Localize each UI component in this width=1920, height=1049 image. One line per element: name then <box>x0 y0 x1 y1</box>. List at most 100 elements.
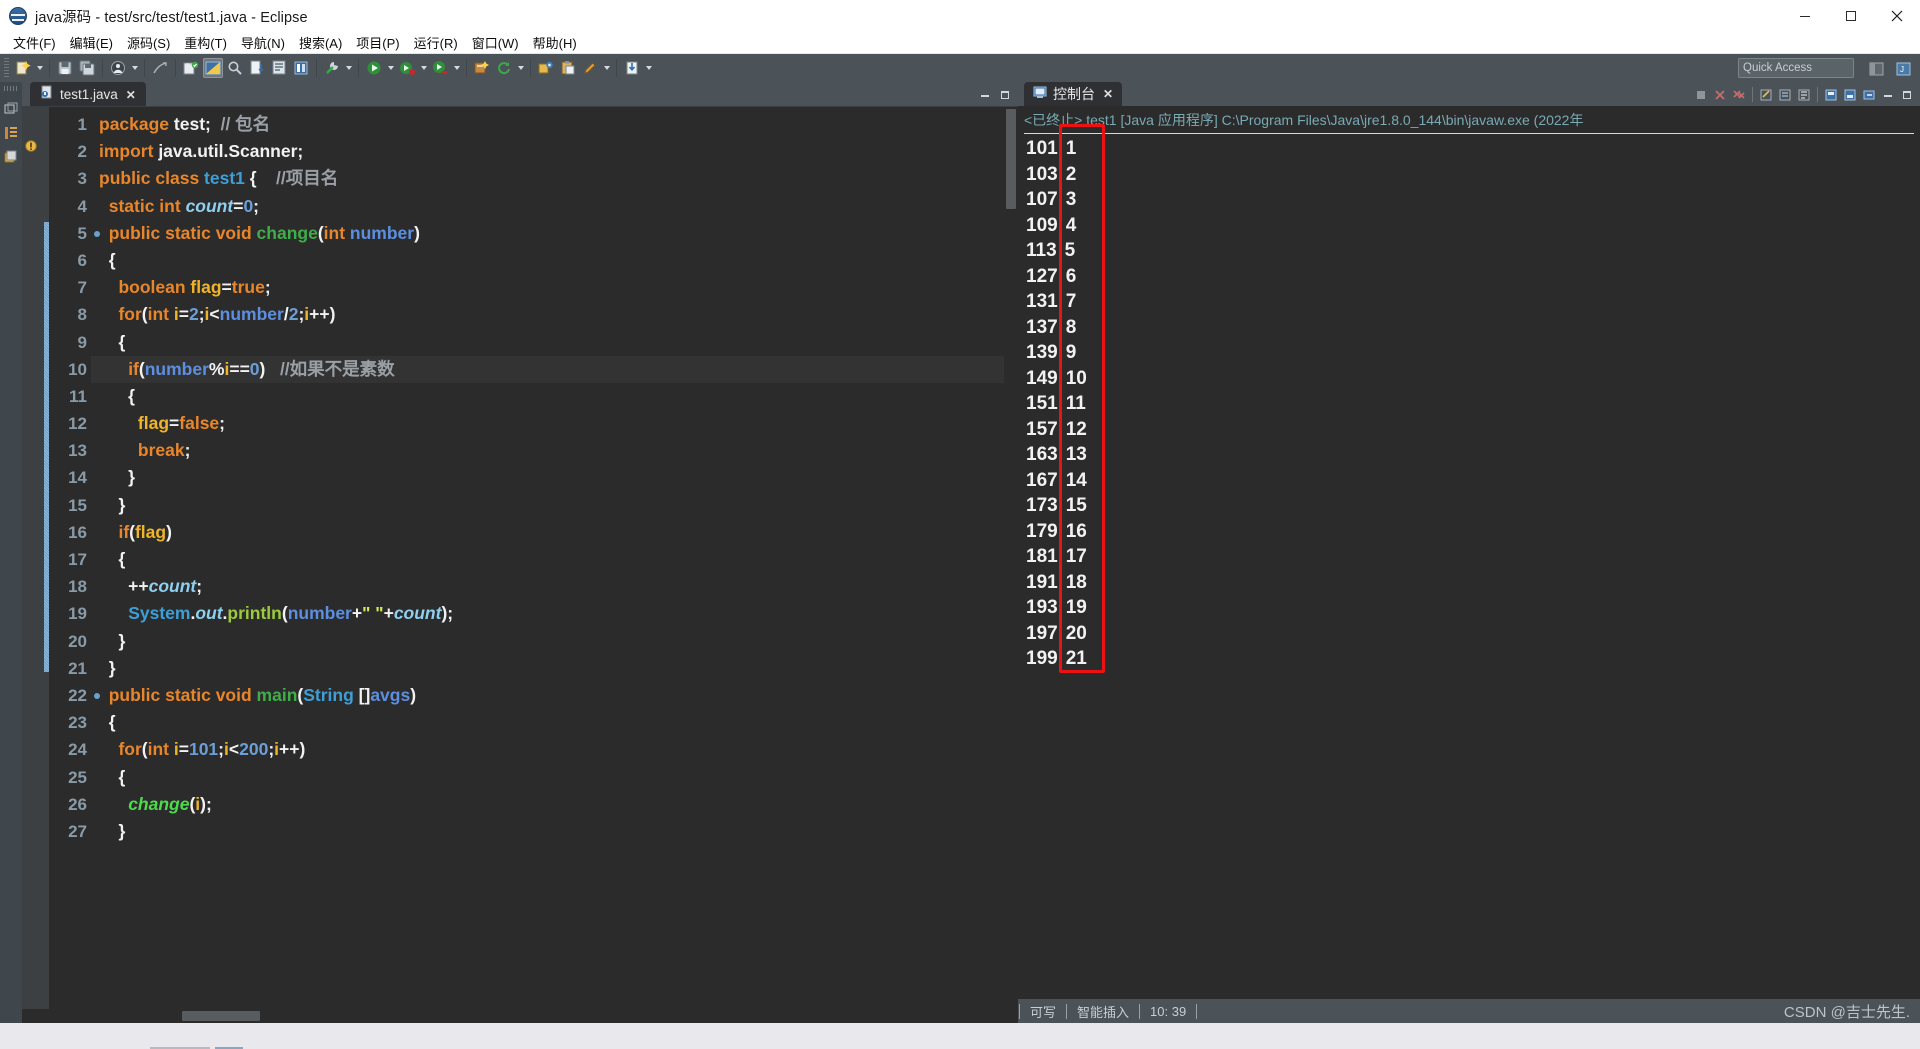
code-line: { <box>99 249 116 270</box>
open-console-icon[interactable] <box>1860 85 1878 104</box>
print-dropdown-icon[interactable] <box>129 58 140 78</box>
console-output-line: 113 5 <box>1026 238 1920 264</box>
clear-console-icon[interactable] <box>1757 85 1775 104</box>
code-line: boolean flag=true; <box>118 277 271 298</box>
word-wrap-icon[interactable] <box>1795 85 1813 104</box>
menu-help[interactable]: 帮助(H) <box>526 32 584 53</box>
menu-search[interactable]: 搜索(A) <box>292 32 349 53</box>
remove-all-terminated-icon[interactable] <box>1730 85 1748 104</box>
editor-scroll-thumb[interactable] <box>1006 109 1016 209</box>
package-explorer-icon[interactable] <box>3 124 20 141</box>
toggle-mark-occurrences-icon[interactable] <box>150 58 170 78</box>
menu-window[interactable]: 窗口(W) <box>465 32 526 53</box>
editor-vertical-scrollbar[interactable] <box>1004 107 1018 1009</box>
pin-console-icon[interactable] <box>1822 85 1840 104</box>
new-java-project-icon[interactable] <box>181 58 201 78</box>
code-line: change(i); <box>128 793 212 814</box>
open-type-icon[interactable] <box>536 58 556 78</box>
remove-launch-icon[interactable] <box>1711 85 1729 104</box>
line-number: 11 <box>69 386 87 406</box>
new-wizard-icon[interactable] <box>13 58 33 78</box>
download-icon[interactable] <box>622 58 642 78</box>
editor-hscroll-thumb[interactable] <box>182 1011 260 1021</box>
code-text[interactable]: package test; // 包名 import java.util.Scan… <box>91 107 1018 1009</box>
terminate-icon[interactable] <box>1692 85 1710 104</box>
save-all-icon[interactable] <box>77 58 97 78</box>
console-output-line: 199 21 <box>1026 646 1920 672</box>
toolbar-grip[interactable] <box>4 58 9 78</box>
menu-project[interactable]: 项目(P) <box>349 32 406 53</box>
warning-marker-icon[interactable] <box>24 138 42 154</box>
new-class-icon[interactable] <box>472 58 492 78</box>
java-perspective-button[interactable]: J <box>1892 58 1916 79</box>
menu-run[interactable]: 运行(R) <box>407 32 465 53</box>
toolbar-separator <box>358 59 359 77</box>
console-tab-bar: 控制台 ✕ <box>1018 82 1920 106</box>
console-output-area[interactable]: <已终止> test1 [Java 应用程序] C:\Program Files… <box>1018 106 1920 999</box>
annotation-ruler[interactable] <box>22 107 44 1009</box>
menu-navigate[interactable]: 导航(N) <box>234 32 292 53</box>
next-annotation-icon[interactable] <box>247 58 267 78</box>
console-tab[interactable]: 控制台 ✕ <box>1024 82 1123 106</box>
java-browsing-icon[interactable] <box>3 148 20 165</box>
editor-minimize-button[interactable] <box>978 88 992 102</box>
refresh-dropdown-icon[interactable] <box>515 58 526 78</box>
open-perspective-button[interactable] <box>1865 58 1889 79</box>
print-icon[interactable] <box>108 58 128 78</box>
code-editor[interactable]: 1 2 3 4 5 6 7 8 9 10 11 12 13 14 15 16 1… <box>22 106 1018 1009</box>
minimize-button[interactable] <box>1782 0 1828 32</box>
previous-annotation-icon[interactable] <box>269 58 289 78</box>
external-tools-dropdown-icon[interactable] <box>343 58 354 78</box>
coverage-icon[interactable] <box>430 58 450 78</box>
console-launch-header: <已终止> test1 [Java 应用程序] C:\Program Files… <box>1024 112 1584 128</box>
close-icon[interactable]: ✕ <box>1103 87 1113 101</box>
toolbar-separator <box>102 59 103 77</box>
search-icon[interactable] <box>225 58 245 78</box>
run-icon[interactable] <box>364 58 384 78</box>
debug-dropdown-icon[interactable] <box>418 58 429 78</box>
console-count-value: 21 <box>1065 648 1087 669</box>
external-tools-icon[interactable] <box>322 58 342 78</box>
close-button[interactable] <box>1874 0 1920 32</box>
save-icon[interactable] <box>55 58 75 78</box>
console-output-line: 137 8 <box>1026 315 1920 341</box>
console-output-line: 151 11 <box>1026 391 1920 417</box>
paste-icon[interactable] <box>558 58 578 78</box>
menu-refactor[interactable]: 重构(T) <box>177 32 234 53</box>
menu-file[interactable]: 文件(F) <box>6 32 63 53</box>
edit-icon[interactable] <box>580 58 600 78</box>
refresh-icon[interactable] <box>494 58 514 78</box>
edit-dropdown-icon[interactable] <box>601 58 612 78</box>
maximize-button[interactable] <box>1828 0 1874 32</box>
line-number: 9 <box>77 332 87 352</box>
line-number: 16 <box>68 522 87 542</box>
line-number: 15 <box>68 495 87 515</box>
code-line: break; <box>137 440 191 461</box>
coverage-dropdown-icon[interactable] <box>451 58 462 78</box>
last-edit-location-icon[interactable] <box>291 58 311 78</box>
new-wizard-dropdown-icon[interactable] <box>34 58 45 78</box>
display-selected-console-icon[interactable] <box>1841 85 1859 104</box>
close-icon[interactable]: ✕ <box>126 88 136 102</box>
perspective-switcher: J <box>1865 58 1916 79</box>
scroll-lock-icon[interactable] <box>1776 85 1794 104</box>
restore-view-icon[interactable] <box>3 100 20 117</box>
open-perspective-icon[interactable] <box>203 58 223 78</box>
debug-icon[interactable] <box>397 58 417 78</box>
editor-tab-test1[interactable]: test1.java ✕ <box>30 82 146 106</box>
console-minimize-button[interactable] <box>1879 85 1897 104</box>
download-dropdown-icon[interactable] <box>643 58 654 78</box>
menu-edit[interactable]: 编辑(E) <box>63 32 120 53</box>
code-line: if(flag) <box>118 521 172 542</box>
editor-maximize-button[interactable] <box>998 88 1012 102</box>
console-maximize-button[interactable] <box>1898 85 1916 104</box>
console-output-line: 163 13 <box>1026 442 1920 468</box>
toolbar-separator <box>144 59 145 77</box>
run-dropdown-icon[interactable] <box>385 58 396 78</box>
rail-grip[interactable] <box>4 86 18 91</box>
status-bar: 可写 智能插入 10: 39 CSDN @吉士先生. <box>1018 999 1920 1023</box>
quick-access-input[interactable]: Quick Access <box>1738 58 1854 78</box>
menu-source[interactable]: 源码(S) <box>120 32 177 53</box>
editor-horizontal-scrollbar[interactable] <box>22 1009 1018 1023</box>
code-line: { <box>99 766 126 787</box>
